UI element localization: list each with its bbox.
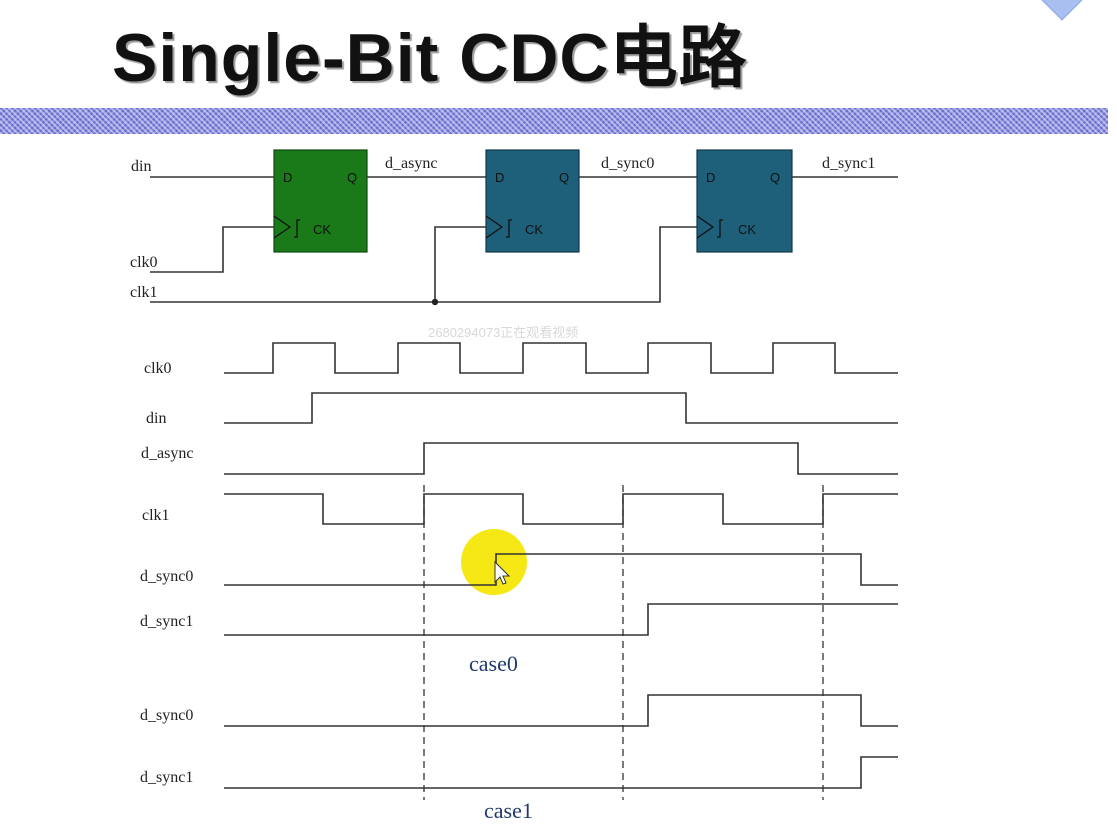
ff2-ck-pin: CK [525,222,543,237]
wire-clk1 [150,226,697,303]
signal-label-d-sync1-case0: d_sync1 [140,613,193,630]
waveform-d-sync1-case1 [224,756,898,789]
signal-label-d-sync1-case1: d_sync1 [140,769,193,786]
clk1-junction-dot [431,298,439,306]
waveform-d-async [224,442,898,475]
ff3-d-pin: D [706,170,715,185]
waveform-d-sync0-case1 [224,694,898,727]
input-label-din: din [131,158,151,175]
waveform-clk1 [224,493,898,525]
input-label-clk0: clk0 [130,254,158,271]
ff2-q-pin: Q [559,170,569,185]
case0-label: case0 [469,651,518,676]
cdc-diagram: din clk0 clk1 D Q CK d_async D Q CK d_sy… [130,149,898,823]
ff2-d-pin: D [495,170,504,185]
waveform-clk0 [224,342,898,374]
signal-label-d-sync0-case0: d_sync0 [140,568,193,585]
signal-label-clk1: clk1 [142,507,170,524]
schematic: din clk0 clk1 D Q CK d_async D Q CK d_sy… [130,149,898,306]
waveform-din [224,392,898,424]
ff1-ck-pin: CK [313,222,331,237]
signal-label-d-sync0-case1: d_sync0 [140,707,193,724]
ff3-ck-pin: CK [738,222,756,237]
input-label-clk1: clk1 [130,284,158,301]
net-label-d-sync1: d_sync1 [822,155,875,172]
waveform-d-sync0-case0 [224,553,898,586]
case1-label: case1 [484,798,533,823]
wire-clk1-branch [434,226,486,302]
wire-clk0 [150,226,274,273]
viewer-watermark: 2680294073正在观看视频 [428,325,578,340]
waveform-d-sync1-case0 [224,603,898,636]
signal-label-clk0: clk0 [144,360,172,377]
ff1-q-pin: Q [347,170,357,185]
timing-diagram: clk0 din d_async clk1 d_sync0 d_sync1 ca… [140,342,898,823]
net-label-d-sync0: d_sync0 [601,155,654,172]
signal-label-din: din [146,410,166,427]
ff1-d-pin: D [283,170,292,185]
net-label-d-async: d_async [385,155,437,172]
ff3-q-pin: Q [770,170,780,185]
signal-label-d-async: d_async [141,445,193,462]
